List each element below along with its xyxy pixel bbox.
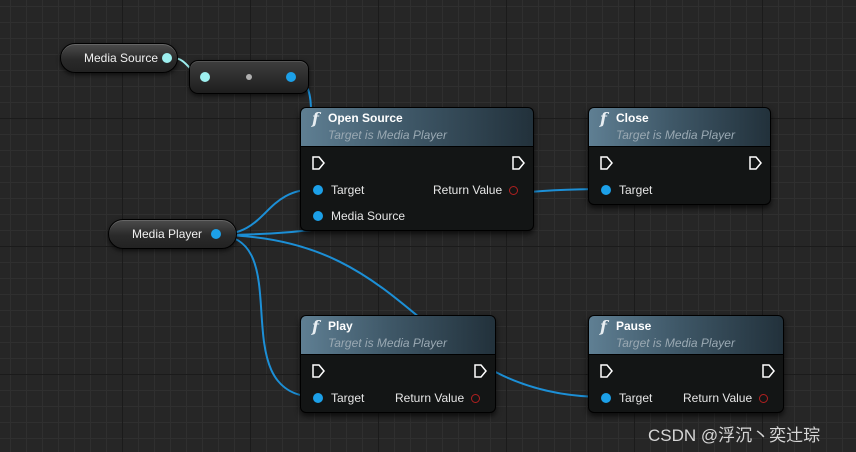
target-label: Target — [331, 183, 365, 197]
reroute-node[interactable] — [189, 60, 309, 94]
return-value-pin-icon[interactable] — [471, 394, 480, 403]
pause-node[interactable]: f Pause Target is Media Player Target Re… — [588, 315, 784, 413]
return-value-label: Return Value — [433, 183, 503, 197]
exec-out-arrow-icon[interactable] — [473, 364, 487, 378]
target-label: Target — [619, 391, 653, 405]
target-label: Target — [331, 391, 365, 405]
media-player-variable-node[interactable]: Media Player — [108, 219, 237, 249]
object-pin-icon[interactable] — [162, 53, 172, 63]
exec-in-arrow-icon[interactable] — [311, 156, 325, 170]
node-title: Play — [328, 319, 353, 333]
return-value-pin-icon[interactable] — [759, 394, 768, 403]
return-value-pin-icon[interactable] — [509, 186, 518, 195]
function-icon: f — [312, 317, 319, 336]
media-source-label: Media Source — [84, 51, 159, 65]
node-title: Pause — [616, 319, 652, 333]
play-node[interactable]: f Play Target is Media Player Target Ret… — [300, 315, 496, 413]
function-icon: f — [312, 109, 319, 128]
node-header: f Close Target is Media Player — [589, 108, 770, 147]
node-header: f Open Source Target is Media Player — [301, 108, 533, 147]
exec-out-arrow-icon[interactable] — [761, 364, 775, 378]
exec-in-arrow-icon[interactable] — [599, 156, 613, 170]
target-pin-icon[interactable] — [601, 393, 611, 403]
media-source-variable-node[interactable]: Media Source — [60, 43, 178, 73]
exec-out-arrow-icon[interactable] — [748, 156, 762, 170]
node-subtitle: Target is Media Player — [328, 128, 447, 142]
open-source-node[interactable]: f Open Source Target is Media Player Tar… — [300, 107, 534, 231]
reroute-output-pin-icon[interactable] — [286, 72, 296, 82]
node-header: f Pause Target is Media Player — [589, 316, 783, 355]
exec-in-arrow-icon[interactable] — [599, 364, 613, 378]
media-source-pin-icon[interactable] — [313, 211, 323, 221]
node-header: f Play Target is Media Player — [301, 316, 495, 355]
target-label: Target — [619, 183, 653, 197]
node-title: Close — [616, 111, 649, 125]
return-value-label: Return Value — [683, 391, 753, 405]
media-player-label: Media Player — [132, 227, 203, 241]
object-pin-icon[interactable] — [211, 229, 221, 239]
watermark: CSDN @浮沉丶奕辻琮 — [648, 426, 821, 445]
reroute-center-dot-icon — [246, 74, 252, 80]
target-pin-icon[interactable] — [313, 185, 323, 195]
node-subtitle: Target is Media Player — [328, 336, 447, 350]
function-icon: f — [600, 317, 607, 336]
return-value-label: Return Value — [395, 391, 465, 405]
target-pin-icon[interactable] — [313, 393, 323, 403]
exec-in-arrow-icon[interactable] — [311, 364, 325, 378]
close-node[interactable]: f Close Target is Media Player Target — [588, 107, 771, 205]
reroute-input-pin-icon[interactable] — [200, 72, 210, 82]
media-source-pin-label: Media Source — [331, 209, 406, 223]
target-pin-icon[interactable] — [601, 185, 611, 195]
exec-out-arrow-icon[interactable] — [511, 156, 525, 170]
node-title: Open Source — [328, 111, 403, 125]
function-icon: f — [600, 109, 607, 128]
node-subtitle: Target is Media Player — [616, 128, 735, 142]
node-subtitle: Target is Media Player — [616, 336, 735, 350]
